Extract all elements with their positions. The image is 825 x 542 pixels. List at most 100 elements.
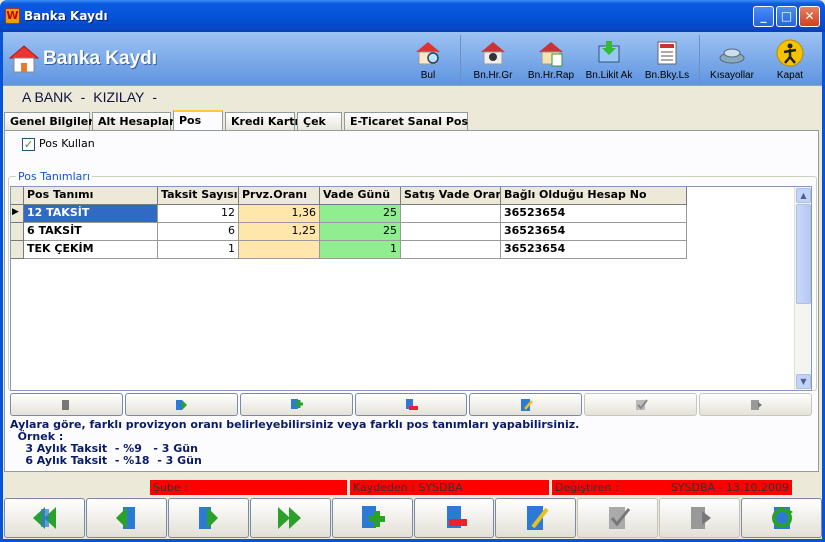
toolbar-kapat-button[interactable]: Kapat [761,34,819,84]
toolbar-separator [460,35,461,83]
form-title: Banka Kaydı [43,48,158,69]
status-bar: Şube : Kaydeden : SYSDBA Değiştiren : SY… [3,479,822,496]
nav-next-button[interactable] [124,393,238,416]
help-text: Aylara göre, farklı provizyon oranı beli… [10,419,579,467]
post-check-icon [608,507,630,529]
cell-taksit-sayisi[interactable]: 1 [158,241,239,259]
toolbar-kisayollar-button[interactable]: Kısayollar [703,34,761,84]
first-record-button[interactable] [4,498,85,538]
find-icon [416,42,440,65]
last-record-button[interactable] [249,498,331,538]
toolbar-bul-label: Bul [420,70,436,81]
table-row[interactable]: TEK ÇEKİM 1 1 36523654 [11,241,687,259]
tab-kredi-karti[interactable]: Kredi Kartı [225,112,298,131]
toolbar-bul-button[interactable]: Bul [399,34,457,84]
row-current-indicator: ▶ [11,205,24,223]
cell-satis-vade-orani[interactable] [401,223,501,241]
status-degistiren-value: SYSDBA - 13.10.2009 [670,481,789,494]
tab-pos[interactable]: Pos [173,110,223,131]
cell-taksit-sayisi[interactable]: 12 [158,205,239,223]
cell-vade-gunu[interactable]: 1 [320,241,401,259]
nav-first-button[interactable] [10,393,123,416]
cell-vade-gunu[interactable]: 25 [320,223,401,241]
close-window-button[interactable]: ✕ [799,6,820,27]
cell-pos-tanimi[interactable]: 6 TAKSİT [24,223,158,241]
cell-prvz-orani[interactable] [239,241,320,259]
grid-vertical-scrollbar[interactable]: ▲ ▼ [794,187,811,390]
table-row[interactable]: ▶ 12 TAKSİT 12 1,36 25 36523654 [11,205,687,223]
home-bank-icon [8,45,40,73]
bank-movement-entry-icon [481,42,505,65]
nav-post-button[interactable] [584,393,698,416]
toolbar-bnhrgr-label: Bn.Hr.Gr [473,70,513,81]
window-titlebar: W Banka Kaydı _ □ ✕ [0,0,825,32]
col-header-vade-gunu[interactable]: Vade Günü [320,187,401,205]
post-record-button[interactable] [577,498,659,538]
balance-list-icon [657,41,677,65]
table-row[interactable]: 6 TAKSİT 6 1,25 25 36523654 [11,223,687,241]
status-sube: Şube : [150,480,347,495]
branch-name: KIZILAY [93,89,145,105]
cell-pos-tanimi[interactable]: 12 TAKSİT [24,205,158,223]
col-header-pos-tanimi[interactable]: Pos Tanımı [24,187,158,205]
cell-satis-vade-orani[interactable] [401,205,501,223]
row-indicator [11,241,24,259]
status-kaydeden: Kaydeden : SYSDBA [350,480,549,495]
edit-record-button[interactable] [495,498,577,538]
cell-pos-tanimi[interactable]: TEK ÇEKİM [24,241,158,259]
minimize-button[interactable]: _ [753,6,774,27]
scrollbar-thumb[interactable] [796,204,811,304]
liquid-flow-icon [598,41,620,63]
insert-record-button[interactable] [331,498,413,538]
col-header-taksit-sayisi[interactable]: Taksit Sayısı [158,187,239,205]
refresh-button[interactable] [741,498,823,538]
bank-name: A BANK [22,89,73,105]
cell-vade-gunu[interactable]: 25 [320,205,401,223]
tab-genel-bilgiler[interactable]: Genel Bilgiler [4,112,94,131]
shortcuts-icon [719,48,745,64]
prior-record-button[interactable] [85,498,167,538]
delete-record-button[interactable] [413,498,495,538]
bank-info-line: A BANK - KIZILAY - [22,89,165,105]
toolbar-bnhrgr-button[interactable]: Bn.Hr.Gr [464,34,522,84]
cancel-record-button[interactable] [659,498,741,538]
tab-alt-hesaplar[interactable]: Alt Hesaplar [92,112,175,131]
toolbar-bnlikit-label: Bn.Likit Ak [585,70,633,81]
col-header-bagli-hesap-no[interactable]: Bağlı Olduğu Hesap No [501,187,687,205]
cell-bagli-hesap-no[interactable]: 36523654 [501,223,687,241]
cell-taksit-sayisi[interactable]: 6 [158,223,239,241]
bank-separator: - [80,89,86,105]
insert-record-icon [291,398,304,409]
cell-prvz-orani[interactable]: 1,25 [239,223,320,241]
nav-insert-button[interactable] [239,393,353,416]
cell-bagli-hesap-no[interactable]: 36523654 [501,205,687,223]
nav-delete-button[interactable] [354,393,468,416]
first-record-icon [33,507,57,529]
nav-cancel-button[interactable] [699,393,813,416]
toolbar-bnlikit-button[interactable]: Bn.Likit Ak [580,34,638,84]
bank-report-icon [539,42,563,67]
tab-e-ticaret-sanal-pos[interactable]: E-Ticaret Sanal Pos [344,112,468,131]
maximize-button[interactable]: □ [776,6,797,27]
cell-bagli-hesap-no[interactable]: 36523654 [501,241,687,259]
pos-tanimlari-group-label: Pos Tanımları [16,170,92,183]
toolbar-bnhrrap-button[interactable]: Bn.Hr.Rap [522,34,580,84]
scroll-down-arrow-icon[interactable]: ▼ [796,374,811,389]
nav-edit-button[interactable] [469,393,583,416]
insert-record-icon [362,506,386,528]
col-header-satis-vade-orani[interactable]: Satış Vade Oranı [401,187,501,205]
tab-cek[interactable]: Çek [297,112,342,131]
grid-navigator [10,393,813,417]
cell-satis-vade-orani[interactable] [401,241,501,259]
delete-record-icon [406,398,418,410]
toolbar-separator [699,35,700,83]
scroll-up-arrow-icon[interactable]: ▲ [796,188,811,203]
pos-kullan-checkbox[interactable]: ✓ [22,138,35,151]
col-header-prvz-orani[interactable]: Prvz.Oranı [239,187,320,205]
row-indicator [11,223,24,241]
cell-prvz-orani[interactable]: 1,36 [239,205,320,223]
toolbar-bnbkyls-button[interactable]: Bn.Bky.Ls [638,34,696,84]
next-record-button[interactable] [167,498,249,538]
pos-grid: Pos Tanımı Taksit Sayısı Prvz.Oranı Vade… [10,186,812,391]
last-record-icon [278,507,302,529]
